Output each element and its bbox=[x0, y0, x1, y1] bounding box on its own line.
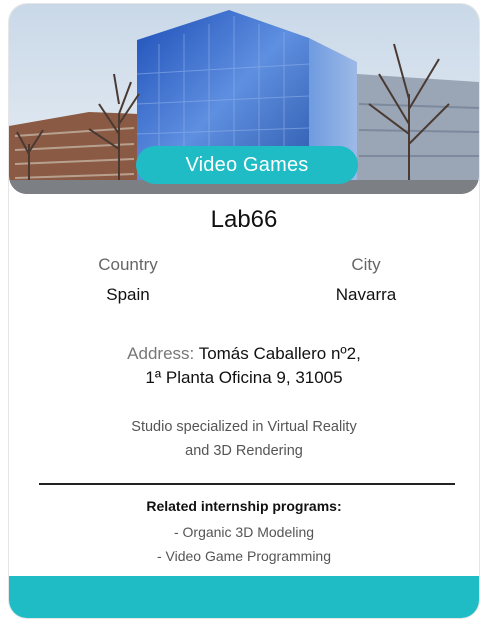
description-line-1: Studio specialized in Virtual Reality bbox=[131, 419, 357, 435]
country-value: Spain bbox=[106, 285, 150, 304]
studio-description: Studio specialized in Virtual Reality an… bbox=[89, 415, 399, 463]
city-label: City bbox=[351, 255, 381, 274]
category-badge: Video Games bbox=[136, 146, 358, 184]
country-label: Country bbox=[98, 255, 158, 274]
studio-name: Lab66 bbox=[210, 206, 278, 233]
address-label: Address: bbox=[127, 344, 195, 363]
list-item: - Organic 3D Modeling bbox=[173, 524, 315, 540]
card-footer-bar[interactable] bbox=[9, 576, 479, 618]
list-item: - Video Game Programming bbox=[156, 548, 332, 564]
description-line-2: and 3D Rendering bbox=[185, 443, 303, 459]
address-line-2: 1ª Planta Oficina 9, 31005 bbox=[145, 368, 343, 387]
city-value: Navarra bbox=[335, 285, 397, 304]
address-line-1: Tomás Caballero nº2, bbox=[198, 344, 361, 363]
related-programs-title: Related internship programs: bbox=[146, 498, 342, 514]
related-programs-list: - Organic 3D Modeling - Video Game Progr… bbox=[9, 520, 479, 568]
address: Address: Tomás Caballero nº2, 1ª Planta … bbox=[69, 342, 419, 390]
company-card[interactable]: Video Games Lab66 Country Spain City Nav… bbox=[9, 4, 479, 618]
section-divider bbox=[39, 483, 455, 485]
